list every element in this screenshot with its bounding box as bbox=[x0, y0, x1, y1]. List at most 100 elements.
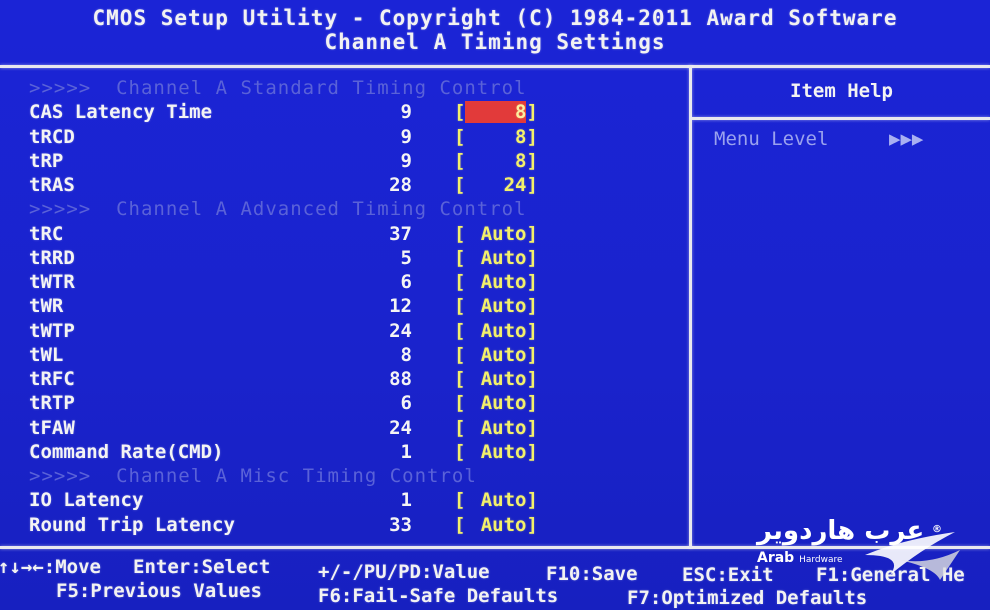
setting-label: Round Trip Latency bbox=[29, 513, 235, 536]
setting-row[interactable]: tRFC 88 [Auto] bbox=[0, 368, 690, 392]
setting-value[interactable]: [24] bbox=[454, 174, 538, 196]
setting-label: tWR bbox=[29, 295, 64, 318]
section-header: >>>>> Channel A Advanced Timing Control bbox=[0, 198, 690, 222]
setting-row[interactable]: Command Rate(CMD) 1 [Auto] bbox=[0, 441, 690, 465]
setting-row[interactable]: tWR 12 [Auto] bbox=[0, 295, 690, 319]
footer-f5: F5:Previous Values bbox=[56, 580, 262, 602]
setting-value[interactable]: [8] bbox=[454, 150, 538, 172]
watermark-logo-icon: ® bbox=[865, 524, 960, 580]
setting-row[interactable]: tWTR 6 [Auto] bbox=[0, 271, 690, 295]
current-value: 24 bbox=[389, 416, 412, 439]
setting-value-text[interactable]: Auto bbox=[465, 489, 527, 511]
current-value: 1 bbox=[400, 489, 412, 512]
setting-value[interactable]: [Auto] bbox=[454, 368, 538, 390]
setting-value-text[interactable]: Auto bbox=[465, 271, 527, 293]
setting-row[interactable]: tWL 8 [Auto] bbox=[0, 344, 690, 368]
setting-value[interactable]: [Auto] bbox=[454, 344, 538, 366]
setting-label: tWL bbox=[29, 343, 64, 366]
bracket-open: [ bbox=[454, 174, 466, 196]
setting-row[interactable]: tRCD 9 [8] bbox=[0, 126, 690, 150]
bracket-open: [ bbox=[454, 271, 466, 293]
bracket-close: ] bbox=[526, 222, 538, 245]
setting-value-text[interactable]: Auto bbox=[465, 320, 527, 342]
setting-value[interactable]: [Auto] bbox=[454, 489, 538, 511]
setting-value[interactable]: [Auto] bbox=[454, 320, 538, 342]
setting-label: tRC bbox=[29, 222, 64, 245]
setting-label: tRAS bbox=[29, 174, 75, 196]
footer-value: +/-/PU/PD:Value bbox=[318, 561, 490, 583]
footer-f10: F10:Save bbox=[546, 563, 638, 585]
setting-value-text[interactable]: Auto bbox=[465, 223, 527, 245]
bracket-open: [ bbox=[454, 295, 466, 318]
setting-value[interactable]: [Auto] bbox=[454, 247, 538, 269]
bracket-open: [ bbox=[454, 125, 466, 148]
current-value: 37 bbox=[389, 222, 412, 245]
watermark-hardware: Hardware bbox=[799, 555, 843, 565]
section-header: >>>>> Channel A Misc Timing Control bbox=[0, 465, 690, 489]
watermark-registered: ® bbox=[932, 524, 942, 535]
current-value: 6 bbox=[400, 392, 412, 415]
setting-value[interactable]: [Auto] bbox=[454, 514, 538, 536]
setting-value[interactable]: [8] bbox=[454, 126, 538, 148]
current-value: 9 bbox=[400, 101, 412, 124]
setting-row[interactable]: CAS Latency Time 9 [8] bbox=[0, 101, 690, 125]
current-value: 9 bbox=[400, 149, 412, 172]
setting-label: tRP bbox=[29, 149, 64, 172]
setting-value-text[interactable]: Auto bbox=[465, 295, 527, 317]
setting-value-text[interactable]: 8 bbox=[465, 126, 526, 148]
setting-value[interactable]: [Auto] bbox=[454, 441, 538, 463]
setting-value[interactable]: [Auto] bbox=[454, 417, 538, 439]
bracket-close: ] bbox=[526, 149, 538, 172]
bracket-close: ] bbox=[526, 246, 538, 269]
setting-row[interactable]: tRAS 28 [24] bbox=[0, 174, 690, 198]
setting-label: tFAW bbox=[29, 416, 75, 439]
bracket-open: [ bbox=[454, 319, 466, 342]
setting-value-selected[interactable]: 8 bbox=[465, 101, 527, 124]
setting-value-text[interactable]: Auto bbox=[465, 514, 527, 536]
footer-f6: F6:Fail-Safe Defaults bbox=[318, 585, 559, 607]
setting-value-text[interactable]: Auto bbox=[465, 368, 527, 390]
menu-level-arrows-icon: ▶▶▶ bbox=[889, 128, 924, 150]
bracket-open: [ bbox=[454, 440, 466, 463]
bracket-open: [ bbox=[454, 416, 466, 439]
setting-label: tRTP bbox=[29, 392, 75, 415]
section-title: >>>>> Channel A Advanced Timing Control bbox=[29, 198, 527, 221]
setting-value-text[interactable]: Auto bbox=[465, 441, 527, 463]
setting-value-text[interactable]: Auto bbox=[465, 247, 527, 269]
current-value: 9 bbox=[400, 125, 412, 148]
setting-value-text[interactable]: Auto bbox=[465, 344, 527, 366]
setting-value[interactable]: [Auto] bbox=[454, 392, 538, 414]
bracket-close: ] bbox=[526, 125, 538, 148]
section-title: >>>>> Channel A Standard Timing Control bbox=[29, 77, 527, 99]
setting-row[interactable]: Round Trip Latency 33 [Auto] bbox=[0, 514, 690, 538]
setting-row[interactable]: tFAW 24 [Auto] bbox=[0, 417, 690, 441]
help-title-line bbox=[692, 117, 990, 120]
setting-row[interactable]: tRC 37 [Auto] bbox=[0, 223, 690, 247]
bracket-close: ] bbox=[526, 174, 538, 196]
footer-esc: ESC:Exit bbox=[682, 564, 774, 586]
setting-value[interactable]: [8] bbox=[454, 101, 538, 124]
setting-value-text[interactable]: Auto bbox=[465, 417, 527, 439]
section-header: >>>>> Channel A Standard Timing Control bbox=[0, 77, 690, 101]
current-value: 8 bbox=[400, 343, 412, 366]
setting-value-text[interactable]: Auto bbox=[465, 392, 527, 414]
bracket-open: [ bbox=[454, 513, 466, 536]
setting-row[interactable]: IO Latency 1 [Auto] bbox=[0, 489, 690, 513]
item-help-title: Item Help bbox=[790, 80, 893, 102]
setting-value[interactable]: [Auto] bbox=[454, 295, 538, 317]
setting-value[interactable]: [Auto] bbox=[454, 223, 538, 245]
setting-value[interactable]: [Auto] bbox=[454, 271, 538, 293]
setting-label: tRRD bbox=[29, 246, 75, 269]
bracket-close: ] bbox=[526, 295, 538, 318]
bracket-open: [ bbox=[454, 149, 466, 172]
setting-row[interactable]: tWTP 24 [Auto] bbox=[0, 320, 690, 344]
current-value: 33 bbox=[389, 513, 412, 536]
setting-row[interactable]: tRP 9 [8] bbox=[0, 150, 690, 174]
setting-row[interactable]: tRTP 6 [Auto] bbox=[0, 392, 690, 416]
setting-row[interactable]: tRRD 5 [Auto] bbox=[0, 247, 690, 271]
page-title: Channel A Timing Settings bbox=[324, 30, 666, 54]
bracket-close: ] bbox=[526, 392, 538, 415]
bios-screen: CMOS Setup Utility - Copyright (C) 1984-… bbox=[0, 0, 990, 610]
setting-value-text[interactable]: 8 bbox=[465, 150, 526, 172]
setting-value-text[interactable]: 24 bbox=[465, 174, 527, 196]
